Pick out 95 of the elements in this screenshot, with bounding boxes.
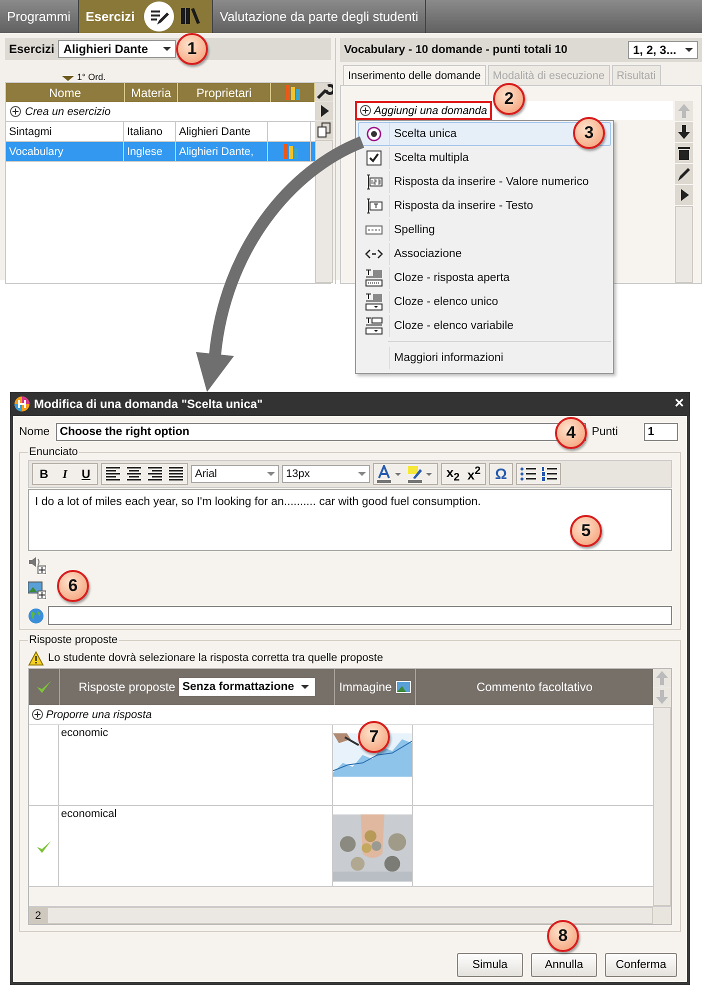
tab[interactable]: Inserimento delle domande [343,65,486,85]
align-icon[interactable] [145,466,165,482]
table-cell: Italiano [124,122,176,141]
group-label: Risposte proposte [28,634,119,646]
field-label: Nome [19,426,50,438]
column-header: Immagine [339,680,392,694]
numbered-list-icon[interactable] [539,466,559,482]
menu-item[interactable]: Cloze - elenco variabile [358,314,611,338]
radio-icon [366,126,382,142]
double-arrow-icon [365,248,383,260]
format-dropdown[interactable]: Senza formattazione [179,678,316,696]
group-label: Enunciato [28,446,79,458]
exercise-title: Vocabulary - 10 domande - punti totali 10 [344,44,568,56]
table-cell: Sintagmi [6,122,124,141]
checkbox-icon [366,150,382,166]
books-icon[interactable] [178,0,213,33]
close-button[interactable]: × [674,395,684,413]
script-button[interactable]: x$_{2}$ [443,465,463,483]
script-button[interactable]: x$^{2}$ [464,465,484,483]
owner-dropdown[interactable]: Alighieri Dante [58,40,176,58]
play-icon[interactable] [675,185,693,205]
plus-icon [10,106,21,117]
column-header[interactable]: Proprietari [178,83,271,102]
bullet-list-icon[interactable] [518,466,538,482]
wrench-icon[interactable] [315,83,333,101]
link-field[interactable] [48,606,672,625]
format-button[interactable]: U [76,465,96,483]
cloze-icon [365,317,383,335]
add-image-icon[interactable] [28,581,46,599]
add-audio-icon[interactable] [28,556,46,574]
sort-label: 1° Ord. [77,72,106,82]
answer-text: economic [61,727,108,739]
table-cell: Inglese [124,142,176,161]
trash-icon[interactable] [675,143,693,163]
menu-item[interactable]: Risposta da inserire - Testo [358,194,611,218]
scrollbar[interactable] [675,206,693,283]
format-button[interactable]: B [34,465,54,483]
window-title: Modifica di una domanda "Scelta unica" [34,397,264,411]
panel-label: Esercizi [9,42,54,56]
create-exercise-row[interactable]: Crea un esercizio [6,102,315,122]
menu-item[interactable]: Cloze - risposta aperta [358,266,611,290]
checkmark-icon [35,679,53,695]
align-icon[interactable] [103,466,123,482]
dashed-field-icon [365,224,383,236]
input-field-icon [365,174,383,190]
add-question-button[interactable]: Aggiungi una domanda [355,101,492,120]
menu-item[interactable]: Scelta multipla [358,146,611,170]
table-cell: Alighieri Dante, [176,142,268,161]
menu-item[interactable]: Associazione [358,242,611,266]
row-count: 2 [29,907,47,924]
column-header: Commento facoltativo [475,679,594,696]
globe-icon [28,608,44,624]
checkmark-icon[interactable] [34,839,52,855]
cloze-icon [365,293,383,311]
pencil-icon[interactable] [675,164,693,184]
points-field[interactable]: 1 [644,423,678,441]
field-label: Punti [592,426,619,438]
copy-icon[interactable] [315,121,333,139]
app-logo-icon [14,396,30,412]
table-cell: Vocabulary [6,142,124,161]
column-header[interactable]: Nome [6,83,125,102]
font-dropdown[interactable]: Arial [191,465,279,483]
instruction-text: Lo studente dovrà selezionare la risposta corretta tra quelle proposte [48,652,384,664]
menu-item[interactable]: Maggiori informazioni [358,345,611,371]
cloze-icon [365,269,383,287]
scrollbar[interactable] [315,140,333,283]
statement-text: I do a lot of miles each year, so I'm looking for an.......... car with good fuel consumption. [35,496,481,508]
menu-item[interactable]: Cloze - elenco unico [358,290,611,314]
dialog-button[interactable]: Conferma [605,953,677,977]
warning-icon [28,650,44,666]
column-header[interactable]: Materia [125,83,178,102]
menu-item[interactable]: Spelling [358,218,611,242]
top-tab[interactable]: Esercizi [78,0,142,33]
align-icon[interactable] [124,466,144,482]
top-tab[interactable]: Valutazione da parte degli studenti [212,0,426,33]
input-field-icon [365,198,383,214]
menu-item[interactable]: Risposta da inserire - Valore numerico [358,170,611,194]
align-icon[interactable] [166,466,186,482]
arrow-down-icon[interactable] [675,122,693,142]
numbering-dropdown[interactable]: 1, 2, 3... [628,41,698,59]
size-dropdown[interactable]: 13px [282,465,370,483]
answer-text: economical [61,808,117,820]
scrollbar[interactable] [47,907,653,924]
image-icon [396,681,411,693]
symbol-button[interactable]: Ω [491,465,511,483]
plus-icon [32,709,43,720]
dialog-button[interactable]: Annulla [531,953,597,977]
dialog-button[interactable]: Simula [457,953,523,977]
scrollbar[interactable] [653,707,671,906]
play-icon[interactable] [315,102,333,120]
table-cell: Alighieri Dante [176,122,268,141]
answer-row[interactable]: economical [29,806,653,887]
format-button[interactable]: I [55,465,75,483]
plus-icon [360,105,371,116]
column-header: Risposte proposte [78,680,176,694]
